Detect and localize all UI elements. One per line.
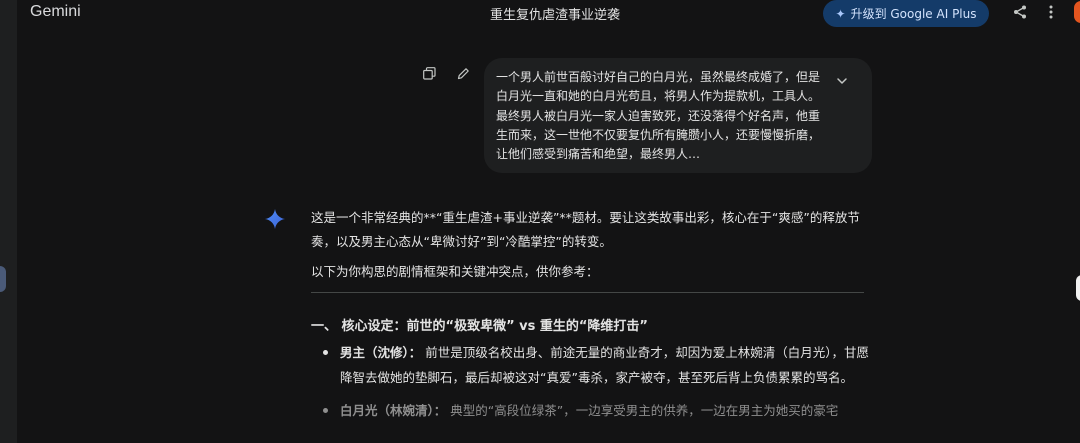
response-lead: 以下为你构思的剧情框架和关键冲突点，供你参考： [311,264,599,279]
bullet-text: 典型的“高段位绿茶”，一边享受男主的供养，一边在男主为她买的豪宅 [446,403,839,418]
bullet-dot [323,408,328,413]
scroll-button[interactable] [1076,275,1080,301]
sidebar-rail [0,0,17,443]
edit-icon[interactable] [457,67,470,80]
response-body: 这是一个非常经典的**“重生虐渣+事业逆袭”**题材。要让这类故事出彩，核心在于… [311,206,871,254]
bullet-term: 白月光（林婉清）： [340,403,447,418]
top-bar: Gemini 重生复仇虐渣事业逆袭 ✦ 升级到 Google AI Plus [0,0,1080,27]
avatar[interactable] [1074,1,1080,23]
upgrade-button[interactable]: ✦ 升级到 Google AI Plus [823,0,989,27]
list-item: 男主（沈修）： 前世是顶级名校出身、前途无量的商业奇才，却因为爱上林婉清（白月光… [311,340,871,390]
copy-icon[interactable] [423,67,436,80]
share-icon[interactable] [1012,4,1028,20]
bullet-dot [323,350,328,355]
conversation-title: 重生复仇虐渣事业逆袭 [490,8,621,23]
user-message-bubble: 一个男人前世百般讨好自己的白月光，虽然最终成婚了，但是白月光一直和她的白月光苟且… [484,58,872,173]
upgrade-label: 升级到 Google AI Plus [850,7,977,21]
more-vert-icon[interactable] [1046,4,1056,20]
user-message-text: 一个男人前世百般讨好自己的白月光，虽然最终成婚了，但是白月光一直和她的白月光苟且… [496,70,821,162]
chevron-down-icon[interactable] [836,76,848,86]
sidebar-toggle[interactable] [0,266,6,292]
section-heading: 一、 核心设定：前世的“极致卑微” vs 重生的“降维打击” [311,319,648,334]
bullet-term: 男主（沈修）： [340,345,422,360]
gemini-sparkle-icon [265,209,285,229]
sparkle-icon: ✦ [835,6,846,21]
list-item: 白月光（林婉清）： 典型的“高段位绿茶”，一边享受男主的供养，一边在男主为她买的… [311,398,871,423]
response-intro: 这是一个非常经典的**“重生虐渣+事业逆袭”**题材。要让这类故事出彩，核心在于… [311,210,860,249]
divider [311,292,864,293]
app-brand[interactable]: Gemini [30,3,81,21]
bullet-list: 男主（沈修）： 前世是顶级名校出身、前途无量的商业奇才，却因为爱上林婉清（白月光… [311,340,871,423]
